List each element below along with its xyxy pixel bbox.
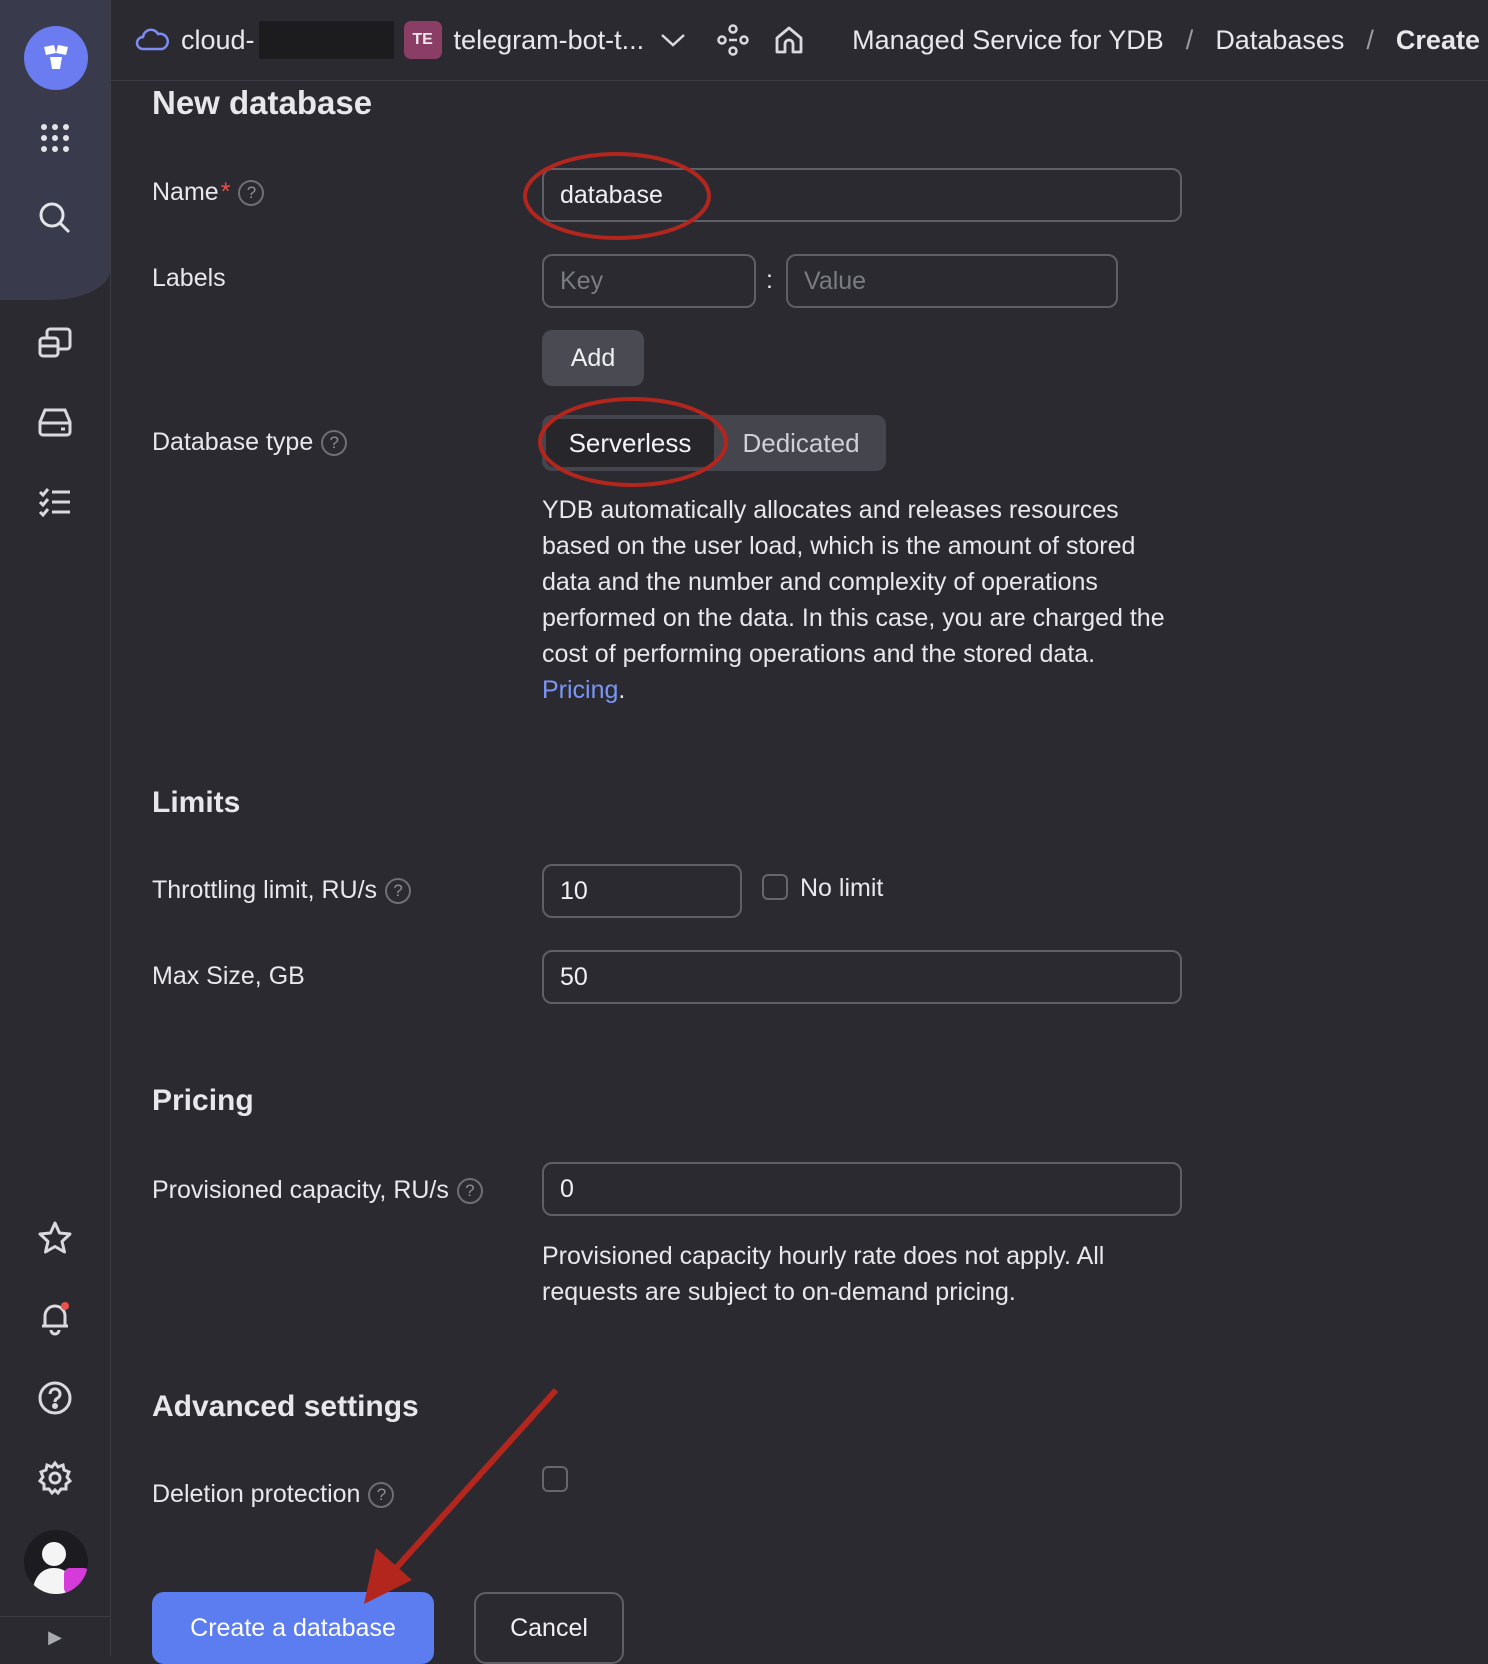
max-size-label: Max Size, GB [152,962,305,990]
pricing-heading: Pricing [152,1084,254,1117]
star-icon[interactable] [31,1214,79,1262]
provisioned-capacity-note: Provisioned capacity hourly rate does no… [542,1242,1105,1306]
grid-icon[interactable] [31,114,79,162]
limits-heading: Limits [152,786,241,819]
description-period: . [618,676,626,704]
chevron-down-icon[interactable] [660,27,686,53]
no-limit-label[interactable]: No limit [800,874,883,903]
yandex-cloud-logo-icon[interactable] [24,26,88,90]
search-icon[interactable] [31,194,79,242]
help-icon[interactable] [31,1374,79,1422]
deletion-protection-label-text: Deletion protection [152,1480,361,1508]
help-icon[interactable]: ? [368,1481,395,1508]
max-size-input[interactable] [542,950,1182,1004]
page-title: New database [152,84,373,121]
services-graph-icon[interactable] [716,23,750,57]
deletion-protection-checkbox[interactable] [542,1466,568,1492]
provisioned-capacity-label-text: Provisioned capacity, RU/s [152,1176,449,1204]
folder-badge: TE [403,21,442,59]
help-icon[interactable]: ? [385,877,412,904]
description-text: YDB automatically allocates and releases… [542,496,1165,668]
pricing-link[interactable]: Pricing [542,676,618,704]
folder-name[interactable]: telegram-bot-t... [454,25,645,56]
provisioned-capacity-input[interactable] [542,1162,1182,1216]
cloud-name[interactable]: cloud- [181,25,255,56]
add-label-button[interactable]: Add [542,330,644,386]
label-colon: : [766,266,773,294]
storage-icon[interactable] [31,398,79,446]
no-limit-checkbox[interactable] [762,874,788,900]
label-key-input[interactable] [542,254,756,308]
help-icon[interactable]: ? [321,429,348,456]
breadcrumb-create: Create [1395,24,1480,55]
labels-label: Labels [152,264,226,292]
breadcrumb-separator: / [1366,24,1374,55]
database-icon[interactable] [31,318,79,366]
cloud-icon [135,23,169,57]
bell-icon[interactable] [31,1294,79,1342]
throttling-label: Throttling limit, RU/s ? [152,876,412,905]
left-rail: ▶ [0,0,111,1656]
redacted-cloud-id [258,21,394,59]
name-label-text: Name [152,178,219,206]
deletion-protection-label: Deletion protection ? [152,1480,395,1509]
expand-rail-icon[interactable]: ▶ [0,1616,110,1657]
tasks-icon[interactable] [31,478,79,526]
name-label: Name * ? [152,178,265,207]
dedicated-option[interactable]: Dedicated [720,419,882,467]
serverless-option[interactable]: Serverless [546,419,714,467]
breadcrumb-separator: / [1185,24,1194,55]
home-icon[interactable] [772,23,806,57]
cancel-button[interactable]: Cancel [474,1592,624,1664]
breadcrumb-databases[interactable]: Databases [1215,25,1344,56]
gear-icon[interactable] [31,1454,79,1502]
throttling-limit-input[interactable] [542,864,742,918]
advanced-settings-heading: Advanced settings [152,1390,419,1423]
name-input[interactable] [542,168,1182,222]
help-icon[interactable]: ? [238,179,265,206]
user-avatar[interactable] [24,1530,88,1594]
label-value-input[interactable] [786,254,1118,308]
create-database-button[interactable]: Create a database [152,1592,434,1664]
breadcrumb: Managed Service for YDB / Databases / Cr… [852,25,1480,56]
briefcase-icon [64,1568,88,1594]
provisioned-capacity-label: Provisioned capacity, RU/s ? [152,1176,483,1205]
breadcrumb-service[interactable]: Managed Service for YDB [852,25,1164,56]
database-type-label-text: Database type [152,428,314,456]
top-header: cloud- TE telegram-bot-t... Managed Serv… [111,0,1488,81]
help-icon[interactable]: ? [456,1177,483,1204]
database-type-switch: Serverless Dedicated [542,415,886,471]
required-mark: * [220,178,231,206]
throttling-label-text: Throttling limit, RU/s [152,876,378,904]
database-type-description: YDB automatically allocates and releases… [542,492,1182,708]
database-type-label: Database type ? [152,428,348,457]
